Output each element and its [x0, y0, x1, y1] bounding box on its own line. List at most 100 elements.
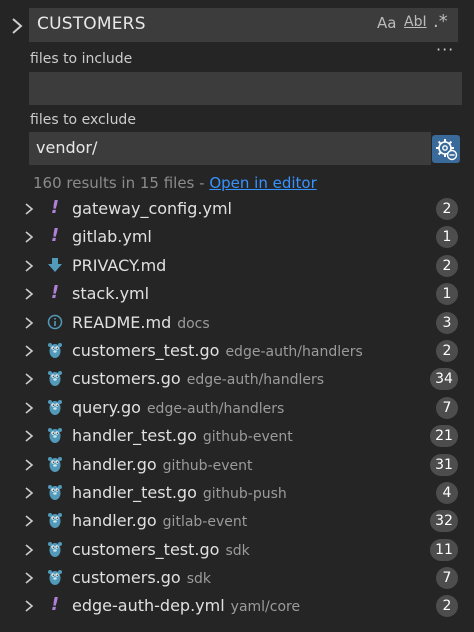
file-name: customers.go sdk	[72, 568, 212, 588]
match-count-badge: 2	[436, 254, 458, 277]
result-file-row[interactable]: customers.go edge-auth/handlers 34	[0, 364, 474, 392]
results-list: ! gateway_config.yml 2! gitlab.yml 1 PRIVACY.…	[0, 194, 474, 620]
file-name: handler.go gitlab-event	[72, 511, 248, 531]
chevron-right-icon[interactable]	[24, 486, 34, 500]
search-query: CUSTOMERS	[37, 14, 146, 34]
match-count-badge: 1	[436, 283, 458, 306]
results-count-text: 160 results in 15 files -	[33, 174, 210, 192]
file-name: handler.go github-event	[72, 454, 253, 474]
file-directory: github-push	[202, 485, 287, 502]
files-to-exclude-label: files to exclude	[30, 112, 136, 128]
use-exclude-settings-button[interactable]	[432, 135, 460, 163]
file-name: handler_test.go github-push	[72, 482, 287, 502]
match-count-badge: 4	[436, 481, 458, 504]
go-gopher-icon	[47, 369, 63, 387]
match-count-badge: 2	[436, 595, 458, 618]
chevron-right-icon[interactable]	[24, 230, 34, 244]
go-gopher-icon	[47, 341, 63, 359]
chevron-right-icon[interactable]	[24, 458, 34, 472]
chevron-right-icon[interactable]	[24, 599, 34, 613]
match-count-badge: 32	[430, 510, 458, 533]
match-count-badge: 1	[436, 226, 458, 249]
match-count-badge: 7	[436, 396, 458, 419]
result-file-row[interactable]: customers_test.go sdk 11	[0, 535, 474, 563]
match-count-badge: 31	[430, 453, 458, 476]
match-count-badge: 21	[430, 425, 458, 448]
files-to-include-input[interactable]	[29, 72, 462, 105]
search-input[interactable]: CUSTOMERS Aa AbI .*	[29, 8, 458, 42]
file-directory: docs	[177, 315, 210, 332]
result-file-row[interactable]: README.md docs 3	[0, 308, 474, 336]
toggle-replace-chevron-icon[interactable]	[10, 16, 24, 36]
chevron-right-icon[interactable]	[24, 401, 34, 415]
go-gopher-icon	[47, 540, 63, 558]
chevron-right-icon[interactable]	[24, 316, 34, 330]
file-name: customers.go edge-auth/handlers	[72, 369, 325, 389]
match-whole-word-toggle[interactable]: AbI	[404, 14, 427, 30]
go-gopher-icon	[47, 568, 63, 586]
match-count-badge: 34	[430, 368, 458, 391]
go-gopher-icon	[47, 455, 63, 473]
go-gopher-icon	[47, 426, 63, 444]
result-file-row[interactable]: handler.go gitlab-event 32	[0, 506, 474, 534]
result-file-row[interactable]: query.go edge-auth/handlers 7	[0, 393, 474, 421]
result-file-row[interactable]: customers_test.go edge-auth/handlers 2	[0, 336, 474, 364]
yaml-warning-icon: !	[50, 197, 60, 218]
match-count-badge: 11	[430, 538, 458, 561]
file-directory: edge-auth/handlers	[146, 400, 285, 417]
match-count-badge: 2	[436, 339, 458, 362]
file-directory: gitlab-event	[162, 514, 248, 531]
file-name: gitlab.yml	[72, 227, 152, 247]
chevron-right-icon[interactable]	[24, 514, 34, 528]
file-name: edge-auth-dep.yml yaml/core	[72, 596, 301, 616]
file-directory: sdk	[186, 571, 212, 588]
go-gopher-icon	[47, 483, 63, 501]
file-directory: edge-auth/handlers	[225, 343, 363, 360]
file-directory: yaml/core	[230, 599, 301, 616]
chevron-right-icon[interactable]	[24, 571, 34, 585]
result-file-row[interactable]: ! gitlab.yml 1	[0, 222, 474, 250]
files-to-include-label: files to include	[30, 51, 133, 67]
more-options-button[interactable]: ···	[436, 40, 454, 59]
file-name: handler_test.go github-event	[72, 426, 293, 446]
result-file-row[interactable]: PRIVACY.md 2	[0, 251, 474, 279]
chevron-right-icon[interactable]	[24, 344, 34, 358]
markdown-icon	[47, 256, 63, 274]
file-name: README.md docs	[72, 312, 210, 332]
match-count-badge: 3	[436, 311, 458, 334]
file-directory: github-event	[162, 457, 253, 474]
go-gopher-icon	[47, 511, 63, 529]
chevron-right-icon[interactable]	[24, 202, 34, 216]
file-directory: edge-auth/handlers	[186, 372, 325, 389]
chevron-right-icon[interactable]	[24, 259, 34, 273]
match-case-toggle[interactable]: Aa	[377, 14, 396, 32]
use-regex-toggle[interactable]: .*	[433, 11, 448, 32]
file-name: PRIVACY.md	[72, 255, 167, 275]
result-file-row[interactable]: handler.go github-event 31	[0, 450, 474, 478]
file-name: customers_test.go edge-auth/handlers	[72, 340, 363, 360]
chevron-right-icon[interactable]	[24, 372, 34, 386]
result-file-row[interactable]: handler_test.go github-push 4	[0, 478, 474, 506]
chevron-right-icon[interactable]	[24, 543, 34, 557]
gear-exclude-icon	[436, 139, 458, 161]
yaml-warning-icon: !	[50, 594, 60, 616]
file-name: query.go edge-auth/handlers	[72, 397, 285, 417]
match-count-badge: 2	[436, 198, 458, 220]
file-name: stack.yml	[72, 284, 150, 304]
open-in-editor-link[interactable]: Open in editor	[209, 174, 316, 192]
result-file-row[interactable]: ! edge-auth-dep.yml yaml/core 2	[0, 591, 474, 619]
files-to-exclude-input[interactable]: vendor/	[29, 132, 431, 165]
result-file-row[interactable]: customers.go sdk 7	[0, 563, 474, 591]
result-file-row[interactable]: handler_test.go github-event 21	[0, 421, 474, 449]
yaml-warning-icon: !	[50, 282, 60, 304]
yaml-warning-icon: !	[50, 225, 60, 247]
files-to-exclude-value: vendor/	[36, 138, 98, 157]
result-file-row[interactable]: ! gateway_config.yml 2	[0, 194, 474, 222]
result-file-row[interactable]: ! stack.yml 1	[0, 279, 474, 307]
chevron-right-icon[interactable]	[24, 287, 34, 301]
file-directory: sdk	[225, 542, 250, 559]
file-name: customers_test.go sdk	[72, 539, 250, 559]
chevron-right-icon[interactable]	[24, 429, 34, 443]
go-gopher-icon	[47, 398, 63, 416]
info-icon	[47, 313, 63, 331]
